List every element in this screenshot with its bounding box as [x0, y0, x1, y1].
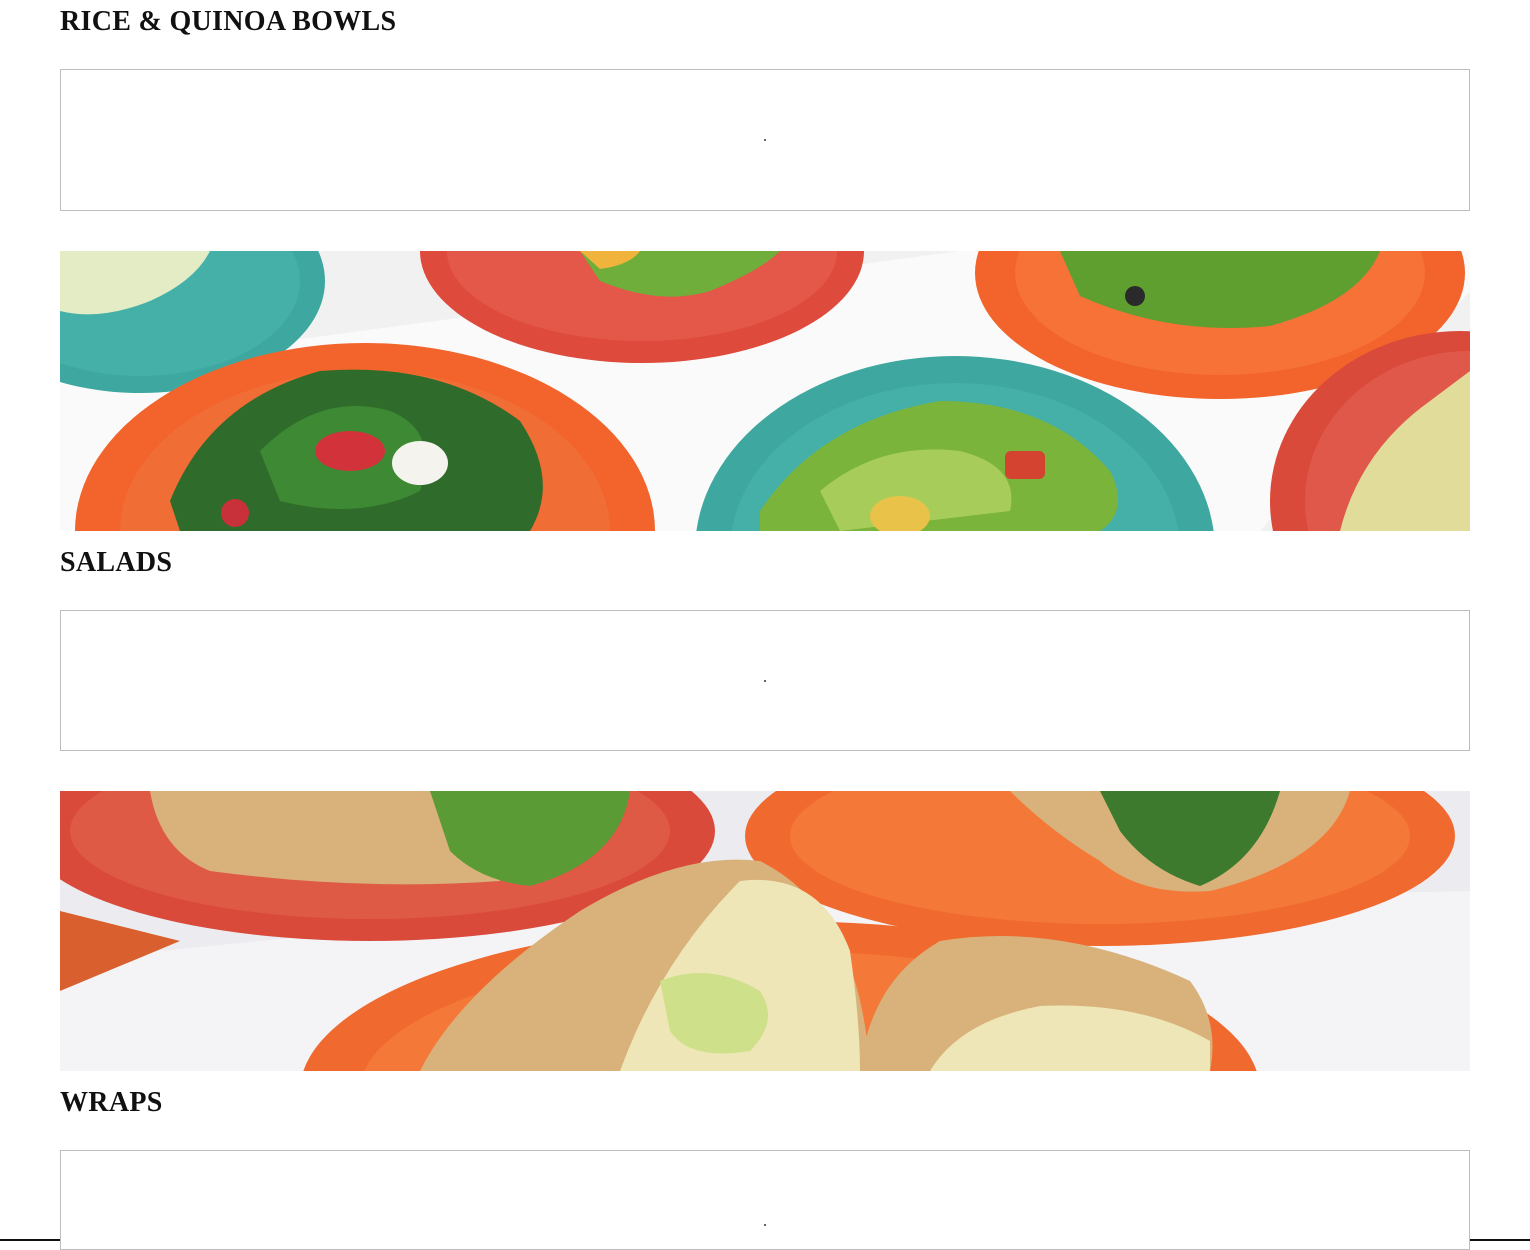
section-title-salads: SALADS	[60, 547, 173, 578]
loading-indicator	[764, 1224, 766, 1226]
menu-items-container-rice-quinoa-bowls	[60, 69, 1470, 211]
section-title-wraps: WRAPS	[60, 1087, 163, 1118]
section-title-rice-quinoa-bowls: RICE & QUINOA BOWLS	[60, 6, 397, 37]
wraps-banner-image	[60, 791, 1470, 1071]
menu-items-container-wraps	[60, 1150, 1470, 1250]
loading-indicator	[764, 679, 766, 682]
menu-items-container-salads	[60, 610, 1470, 751]
salads-banner-image	[60, 251, 1470, 531]
loading-indicator	[764, 139, 766, 141]
menu-page: RICE & QUINOA BOWLS SALADS WRAPS	[0, 0, 1530, 1250]
